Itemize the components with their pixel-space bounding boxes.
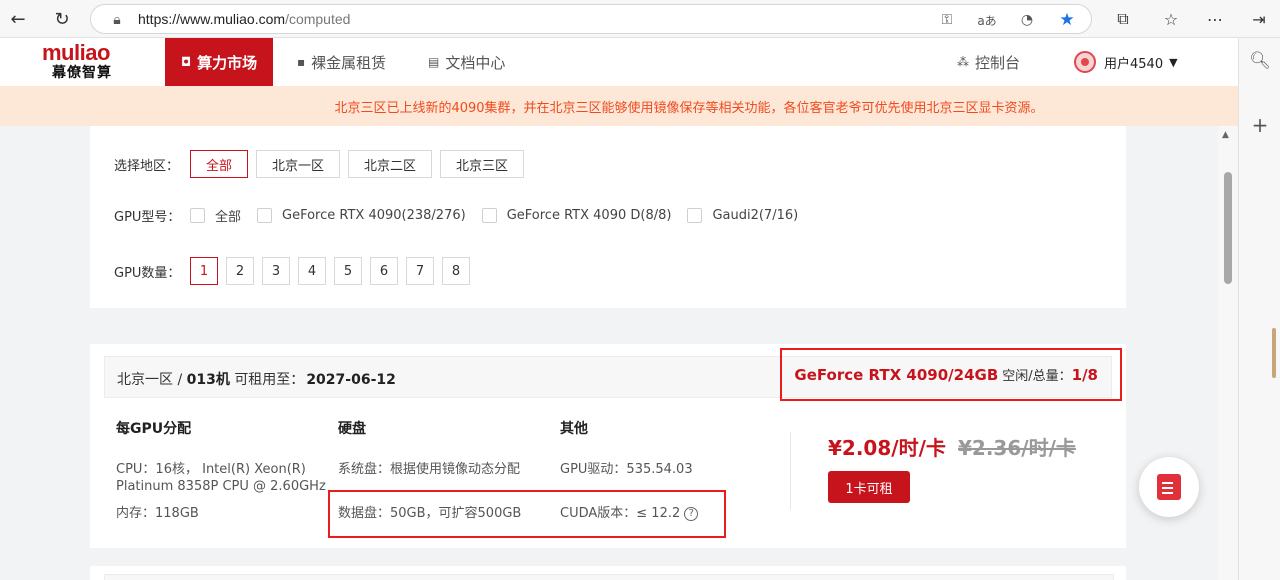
region-filter-row: 选择地区： 全部 北京一区 北京二区 北京三区 [114, 150, 532, 178]
notice-text: 北京三区已上线新的4090集群，并在北京三区能够使用镜像保存等相关功能，各位客官… [334, 100, 1044, 116]
logo-text: muliao [42, 40, 110, 65]
checkbox[interactable] [687, 208, 703, 223]
col-other-title: 其他 [560, 421, 588, 437]
back-icon[interactable]: ← [6, 7, 30, 31]
gpu-model-label: GPU型号： [114, 210, 181, 225]
col-gpu-title: 每GPU分配 [116, 421, 192, 437]
refresh-icon[interactable]: ↻ [50, 7, 74, 31]
gpu-name: GeForce RTX 4090/24GB [794, 365, 999, 384]
free-total-value: 1/8 [1071, 365, 1098, 384]
gpu-model-4090d[interactable]: GeForce RTX 4090 D(8/8) [481, 208, 671, 223]
system-disk-spec: 系统盘：根据使用镜像动态分配 [338, 462, 521, 477]
page-scrollbar[interactable]: ▲ [1218, 126, 1238, 580]
gpu-count-1[interactable]: 1 [190, 257, 218, 285]
feedback-button[interactable] [1139, 457, 1199, 517]
document-icon: ▤ [428, 55, 440, 69]
gpu-driver-spec: GPU驱动：535.54.03 [560, 462, 693, 477]
region-all[interactable]: 全部 [190, 150, 249, 178]
server-icon: ▪ [297, 55, 306, 69]
gpu-count-3[interactable]: 3 [262, 257, 290, 285]
gpu-count-2[interactable]: 2 [226, 257, 254, 285]
gpu-count-label: GPU数量： [114, 265, 181, 281]
username: 用户4540 [1104, 56, 1164, 72]
disk-cuda-highlight [328, 490, 726, 538]
add-icon[interactable]: + [1249, 113, 1271, 137]
search-icon[interactable]: 🔍︎ [1249, 50, 1271, 72]
gpu-count-6[interactable]: 6 [370, 257, 398, 285]
scroll-thumb[interactable] [1224, 172, 1232, 284]
region-beijing-1[interactable]: 北京一区 [256, 150, 341, 178]
region-label: 选择地区： [114, 158, 180, 174]
gpu-count-4[interactable]: 4 [298, 257, 326, 285]
region-beijing-3[interactable]: 北京三区 [440, 150, 525, 178]
region-beijing-2[interactable]: 北京二区 [348, 150, 433, 178]
gpu-model-gaudi2[interactable]: Gaudi2(7/16) [687, 208, 798, 223]
console-icon: ⁂ [957, 55, 969, 69]
gpu-count-7[interactable]: 7 [406, 257, 434, 285]
favorites-icon[interactable]: ☆ [1160, 8, 1182, 30]
browser-toolbar: ← ↻ 🔒︎ https://www.muliao.com/computed ⚿… [0, 0, 1280, 38]
logo-subtext: 幕僚智算 [52, 65, 112, 81]
thermometer-indicator [1272, 328, 1276, 378]
scroll-up-icon[interactable]: ▲ [1222, 130, 1229, 140]
checkbox[interactable] [190, 208, 205, 223]
current-price: ¥2.08/时/卡 [828, 436, 946, 460]
key-icon[interactable]: ⚿ [937, 10, 957, 30]
divider [790, 432, 791, 510]
original-price: ¥2.36/时/卡 [958, 436, 1076, 460]
address-bar[interactable]: 🔒︎ https://www.muliao.com/computed ⚿ aあ … [90, 4, 1092, 34]
notice-banner: 北京三区已上线新的4090集群，并在北京三区能够使用镜像保存等相关功能，各位客官… [0, 86, 1238, 126]
gpu-availability-highlight: GeForce RTX 4090/24GB 空闲/总量： 1/8 [780, 348, 1122, 401]
sidebar-toggle-icon[interactable]: ⇥ [1248, 8, 1270, 30]
gpu-count-5[interactable]: 5 [334, 257, 362, 285]
url-text: https://www.muliao.com/computed [138, 11, 351, 27]
gpu-model-4090[interactable]: GeForce RTX 4090(238/276) [257, 208, 466, 223]
gpu-count-filter-row: GPU数量： 1 2 3 4 5 6 7 8 [114, 257, 478, 285]
more-icon[interactable]: ⋯ [1204, 8, 1226, 30]
memory-spec: 内存：118GB [116, 506, 199, 521]
user-menu[interactable]: 用户4540 ▼ [1074, 50, 1178, 74]
caret-down-icon: ▼ [1169, 55, 1178, 69]
nav-bare-metal[interactable]: ▪ 裸金属租赁 [297, 38, 386, 86]
gpu-model-filter-row: GPU型号： 全部 GeForce RTX 4090(238/276) GeFo… [114, 206, 814, 225]
checkbox[interactable] [257, 208, 273, 223]
checkbox[interactable] [481, 208, 497, 223]
filter-panel: 选择地区： 全部 北京一区 北京二区 北京三区 GPU型号： 全部 GeForc… [90, 126, 1126, 308]
nav-docs[interactable]: ▤ 文档中心 [428, 38, 505, 86]
machine-summary: 北京一区 / 013机 可租用至： 2027-06-12 [117, 372, 396, 388]
translate-icon[interactable]: aあ [977, 10, 997, 30]
camera-icon: ◘ [181, 55, 192, 69]
rent-button[interactable]: 1卡可租 [828, 471, 910, 503]
gpu-count-8[interactable]: 8 [442, 257, 470, 285]
lock-icon[interactable]: 🔒︎ [107, 10, 127, 30]
edit-note-icon [1157, 474, 1181, 500]
tracking-icon[interactable]: ◔ [1017, 10, 1037, 30]
free-total-label: 空闲/总量： [1002, 369, 1072, 384]
nav-compute-market[interactable]: ◘ 算力市场 [165, 38, 274, 86]
browser-sidebar: 🔍︎ + [1238, 38, 1280, 580]
col-disk-title: 硬盘 [338, 421, 366, 437]
next-machine-card [90, 566, 1126, 580]
site-header: muliao 幕僚智算 ◘ 算力市场 ▪ 裸金属租赁 ▤ 文档中心 ⁂ 控制台 用户45… [0, 38, 1238, 86]
gpu-model-all[interactable]: 全部 [190, 206, 241, 225]
avatar [1074, 51, 1096, 73]
cpu-spec: CPU：16核， Intel(R) Xeon(R) Platinum 8358P… [116, 462, 326, 494]
nav-console[interactable]: ⁂ 控制台 [957, 38, 1020, 86]
logo[interactable]: muliao 幕僚智算 [42, 42, 132, 84]
extensions-icon[interactable]: ⧉ [1112, 8, 1134, 30]
favorite-star-icon[interactable]: ★ [1057, 10, 1077, 30]
